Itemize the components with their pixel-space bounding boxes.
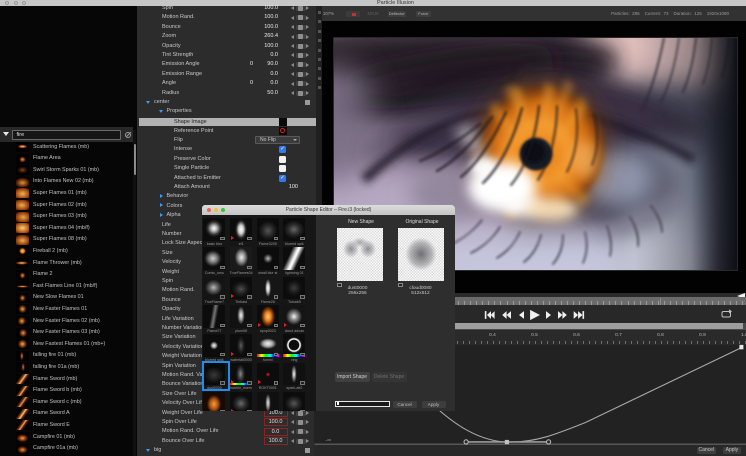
svg-text:-∞: -∞ xyxy=(325,437,331,443)
